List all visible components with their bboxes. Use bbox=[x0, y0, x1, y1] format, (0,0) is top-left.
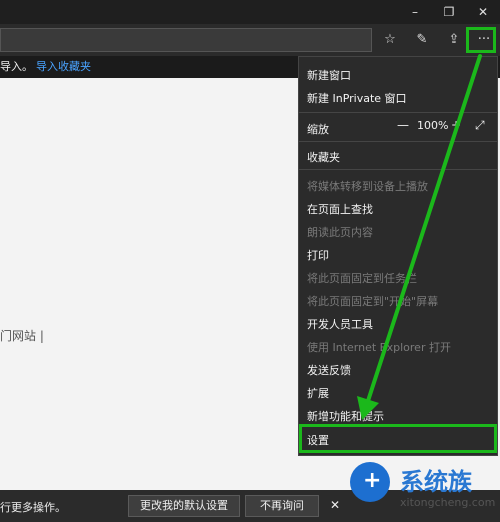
zoom-out-button[interactable]: — bbox=[397, 118, 409, 132]
minimize-button[interactable]: – bbox=[398, 0, 432, 24]
menu-item-find-on-page[interactable]: 在页面上查找 bbox=[307, 201, 373, 217]
menu-divider bbox=[299, 112, 497, 113]
close-notification-icon[interactable]: ✕ bbox=[330, 498, 340, 512]
menu-item-whats-new[interactable]: 新增功能和提示 bbox=[307, 408, 384, 424]
address-bar[interactable] bbox=[0, 28, 372, 52]
menu-item-new-inprivate[interactable]: 新建 InPrivate 窗口 bbox=[307, 90, 407, 106]
notification-message: 行更多操作。 bbox=[0, 501, 66, 514]
menu-item-feedback[interactable]: 发送反馈 bbox=[307, 362, 351, 378]
restore-button[interactable]: ❐ bbox=[432, 0, 466, 24]
zoom-value: 100% bbox=[417, 119, 449, 132]
close-window-button[interactable]: ✕ bbox=[466, 0, 500, 24]
top-sites-label: 门网站 | bbox=[0, 329, 44, 343]
settings-highlight bbox=[299, 424, 497, 453]
menu-item-pin-taskbar[interactable]: 将此页面固定到任务栏 bbox=[307, 270, 417, 286]
menu-item-open-ie[interactable]: 使用 Internet Explorer 打开 bbox=[307, 339, 451, 355]
menu-item-print[interactable]: 打印 bbox=[307, 247, 329, 263]
import-favorites-link[interactable]: 导入收藏夹 bbox=[36, 56, 91, 78]
dont-ask-button[interactable]: 不再询问 bbox=[245, 495, 319, 517]
title-bar: – ❐ ✕ bbox=[0, 0, 500, 24]
menu-divider bbox=[299, 141, 497, 142]
menu-item-favorites[interactable]: 收藏夹 bbox=[307, 149, 340, 165]
share-icon[interactable]: ⇪ bbox=[445, 31, 463, 49]
watermark-url: xitongcheng.com bbox=[400, 496, 496, 509]
change-default-button[interactable]: 更改我的默认设置 bbox=[128, 495, 240, 517]
add-favorite-icon[interactable]: ☆ bbox=[381, 31, 399, 49]
zoom-label: 缩放 bbox=[307, 123, 329, 136]
menu-divider bbox=[299, 169, 497, 170]
pen-icon[interactable]: ✎ bbox=[413, 31, 431, 49]
menu-item-pin-start[interactable]: 将此页面固定到"开始"屏幕 bbox=[307, 293, 438, 309]
watermark: + 系统族 xitongcheng.com bbox=[346, 458, 500, 522]
menu-item-cast-media[interactable]: 将媒体转移到设备上播放 bbox=[307, 178, 428, 194]
settings-menu: 新建窗口 新建 InPrivate 窗口 缩放 — 100% + ⤢ 收藏夹 将… bbox=[298, 56, 498, 456]
fullscreen-icon[interactable]: ⤢ bbox=[475, 118, 485, 133]
menu-item-dev-tools[interactable]: 开发人员工具 bbox=[307, 316, 373, 332]
zoom-in-button[interactable]: + bbox=[451, 118, 461, 132]
more-button-highlight bbox=[466, 27, 496, 53]
menu-item-read-aloud[interactable]: 朗读此页内容 bbox=[307, 224, 373, 240]
browser-toolbar: ☆ ✎ ⇪ ··· bbox=[0, 24, 500, 56]
menu-item-new-window[interactable]: 新建窗口 bbox=[307, 67, 351, 83]
watermark-logo-icon: + bbox=[350, 462, 390, 502]
favorites-bar-text: 导入。 bbox=[0, 60, 33, 73]
watermark-logo-text: 系统族 bbox=[400, 468, 472, 496]
menu-item-extensions[interactable]: 扩展 bbox=[307, 385, 329, 401]
